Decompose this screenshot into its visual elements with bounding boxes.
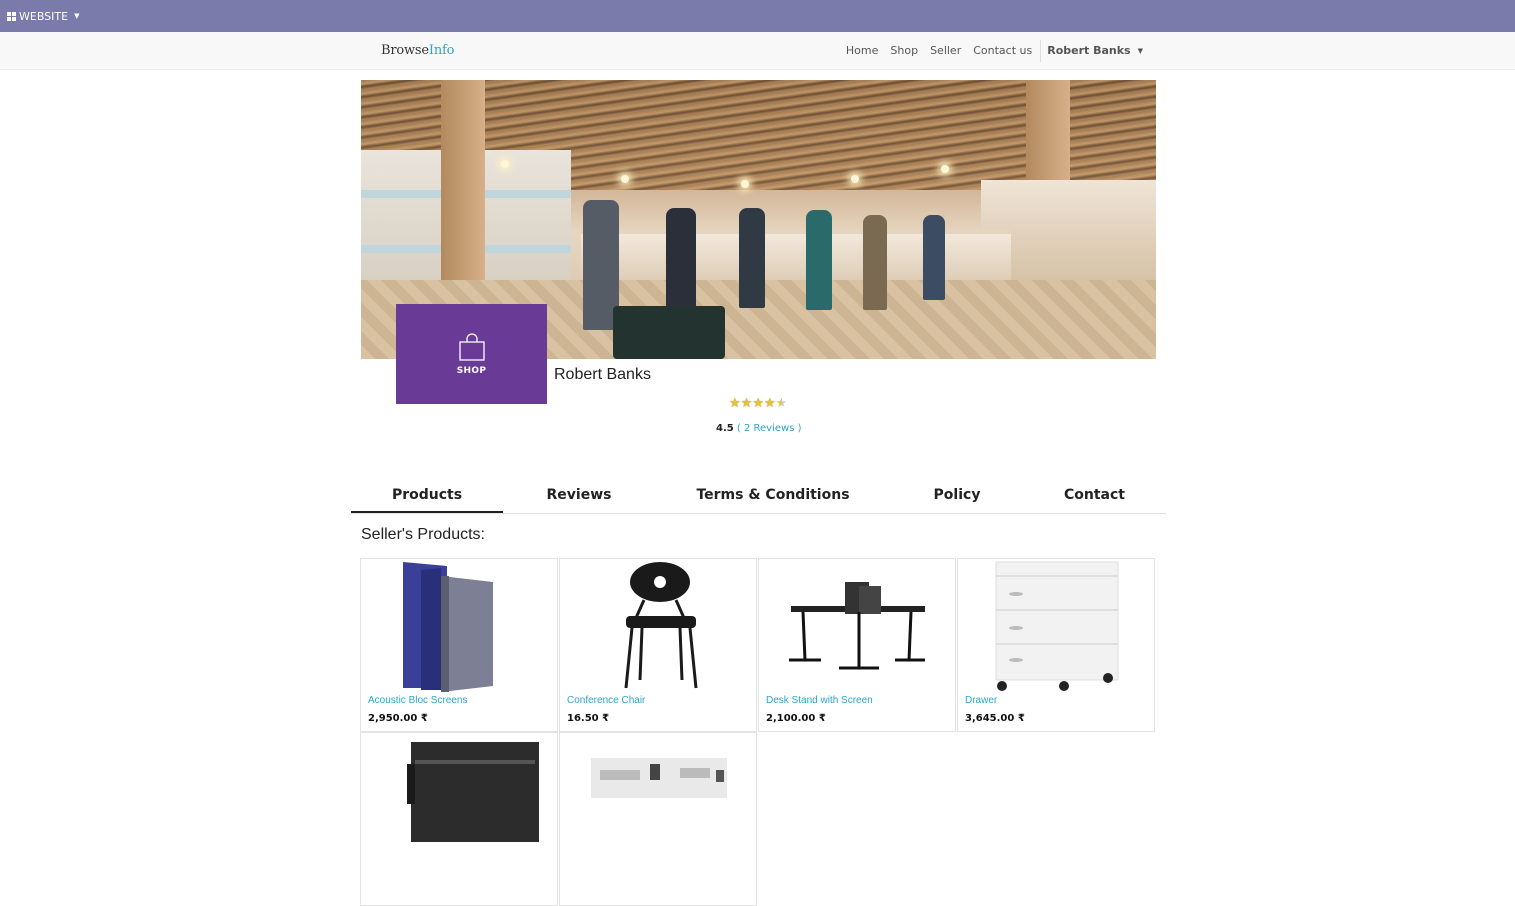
reviews-link[interactable]: ( 2 Reviews ) xyxy=(737,423,802,434)
apps-grid-icon xyxy=(7,11,16,21)
seller-name: Robert Banks xyxy=(554,366,651,383)
admin-bar: WEBSITE ▼ xyxy=(0,0,1515,32)
navbar: BrowseInfo Home Shop Seller Contact us R… xyxy=(0,32,1515,70)
nav-seller[interactable]: Seller xyxy=(924,44,967,57)
product-card[interactable]: Drawer 3,645.00 ₹ xyxy=(957,558,1155,732)
brand-text-accent: Info xyxy=(428,43,455,58)
shop-logo-label: SHOP xyxy=(456,366,487,376)
product-name[interactable]: Conference Chair xyxy=(567,695,645,706)
user-name: Robert Banks xyxy=(1047,44,1131,57)
star-half-icon: ★ xyxy=(775,396,788,411)
product-card[interactable] xyxy=(360,732,558,906)
caret-down-icon: ▼ xyxy=(1137,46,1143,55)
tab-reviews[interactable]: Reviews xyxy=(503,478,655,512)
nav-contact-us[interactable]: Contact us xyxy=(967,44,1038,57)
shop-logo: SHOP xyxy=(396,304,547,404)
user-menu[interactable]: Robert Banks ▼ xyxy=(1040,39,1143,62)
product-name[interactable]: Acoustic Bloc Screens xyxy=(368,695,468,706)
product-card[interactable] xyxy=(559,732,757,906)
star-icon: ★ xyxy=(740,396,753,411)
product-card[interactable]: Desk Stand with Screen 2,100.00 ₹ xyxy=(758,558,956,732)
product-image xyxy=(779,560,937,692)
tab-products[interactable]: Products xyxy=(351,478,503,513)
shopping-bag-icon xyxy=(458,333,485,361)
star-icon: ★ xyxy=(752,396,764,411)
rating-value: 4.5 xyxy=(716,423,734,434)
nav-links: Home Shop Seller Contact us Robert Banks… xyxy=(840,32,1143,69)
product-price: 16.50 ₹ xyxy=(567,713,610,724)
rating-summary: 4.5 ( 2 Reviews ) xyxy=(716,423,802,434)
product-image xyxy=(580,734,738,866)
brand-logo[interactable]: BrowseInfo xyxy=(381,43,454,58)
product-name[interactable]: Drawer xyxy=(965,695,997,706)
tab-contact[interactable]: Contact xyxy=(1023,478,1166,512)
product-price: 2,100.00 ₹ xyxy=(766,713,826,724)
website-label: WEBSITE xyxy=(19,9,69,23)
seller-tabs: Products Reviews Terms & Conditions Poli… xyxy=(351,478,1166,514)
product-image xyxy=(580,560,738,692)
nav-shop[interactable]: Shop xyxy=(884,44,924,57)
product-image xyxy=(978,560,1136,692)
star-icon: ★ xyxy=(729,396,741,411)
product-name[interactable]: Desk Stand with Screen xyxy=(766,695,873,706)
star-icon: ★ xyxy=(763,396,776,411)
tab-terms-conditions[interactable]: Terms & Conditions xyxy=(655,478,891,512)
tab-policy[interactable]: Policy xyxy=(891,478,1023,512)
product-image xyxy=(381,734,539,866)
product-grid: Acoustic Bloc Screens 2,950.00 ₹ Confere… xyxy=(360,558,1156,906)
nav-home[interactable]: Home xyxy=(840,44,884,57)
brand-text: Browse xyxy=(381,43,429,58)
website-menu[interactable]: WEBSITE ▼ xyxy=(7,10,79,23)
product-image xyxy=(381,560,539,692)
product-price: 2,950.00 ₹ xyxy=(368,713,428,724)
product-card[interactable]: Acoustic Bloc Screens 2,950.00 ₹ xyxy=(360,558,558,732)
product-card[interactable]: Conference Chair 16.50 ₹ xyxy=(559,558,757,732)
caret-down-icon: ▼ xyxy=(74,12,80,20)
section-title: Seller's Products: xyxy=(361,526,485,543)
rating-stars: ★ ★ ★ ★ ★ xyxy=(729,397,787,410)
product-price: 3,645.00 ₹ xyxy=(965,713,1025,724)
